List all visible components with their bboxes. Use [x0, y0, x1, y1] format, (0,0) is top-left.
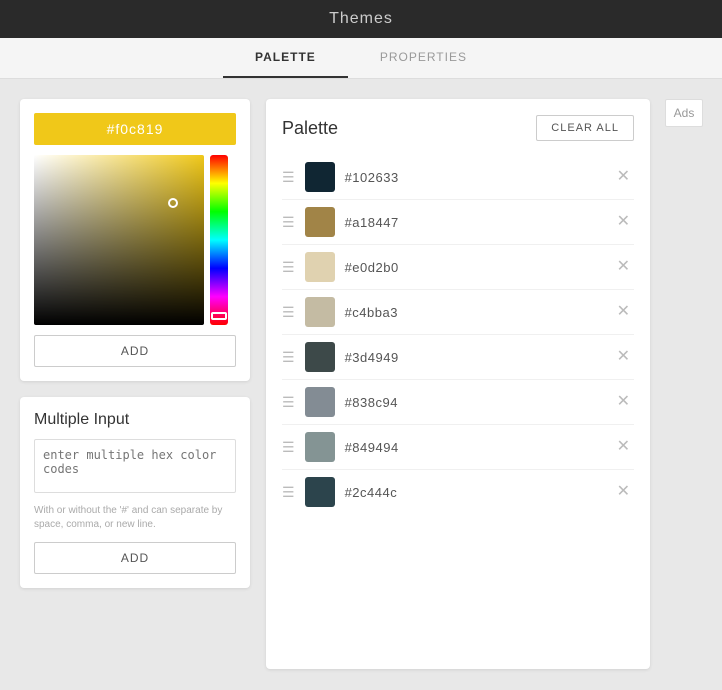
palette-swatch[interactable] [305, 207, 335, 237]
drag-handle-icon[interactable]: ☰ [282, 214, 295, 231]
palette-hex-label: #2c444c [345, 485, 603, 500]
palette-row: ☰ #a18447 ✕ [282, 200, 634, 245]
multiple-input-title: Multiple Input [34, 411, 236, 429]
palette-swatch[interactable] [305, 297, 335, 327]
drag-handle-icon[interactable]: ☰ [282, 259, 295, 276]
palette-list: ☰ #102633 ✕ ☰ #a18447 ✕ ☰ #e0d2b0 ✕ ☰ #c… [282, 155, 634, 514]
color-hex-display: #f0c819 [34, 113, 236, 145]
palette-panel: Palette CLEAR ALL ☰ #102633 ✕ ☰ #a18447 … [266, 99, 650, 669]
multiple-input-hint: With or without the '#' and can separate… [34, 504, 236, 532]
app-title: Themes [329, 10, 393, 27]
color-add-button[interactable]: ADD [34, 335, 236, 367]
palette-hex-label: #849494 [345, 440, 603, 455]
palette-swatch[interactable] [305, 162, 335, 192]
palette-row: ☰ #3d4949 ✕ [282, 335, 634, 380]
palette-row: ☰ #c4bba3 ✕ [282, 290, 634, 335]
palette-hex-label: #838c94 [345, 395, 603, 410]
drag-handle-icon[interactable]: ☰ [282, 169, 295, 186]
palette-row: ☰ #838c94 ✕ [282, 380, 634, 425]
multiple-add-button[interactable]: ADD [34, 542, 236, 574]
picker-area [34, 155, 236, 325]
hex-textarea[interactable] [34, 439, 236, 493]
remove-color-button[interactable]: ✕ [613, 302, 634, 322]
drag-handle-icon[interactable]: ☰ [282, 484, 295, 501]
color-picker-card: #f0c819 ADD [20, 99, 250, 381]
ads-label: Ads [665, 99, 704, 127]
palette-hex-label: #102633 [345, 170, 603, 185]
drag-handle-icon[interactable]: ☰ [282, 349, 295, 366]
tab-properties[interactable]: PROPERTIES [348, 38, 499, 78]
remove-color-button[interactable]: ✕ [613, 257, 634, 277]
palette-row: ☰ #e0d2b0 ✕ [282, 245, 634, 290]
remove-color-button[interactable]: ✕ [613, 482, 634, 502]
remove-color-button[interactable]: ✕ [613, 347, 634, 367]
palette-hex-label: #c4bba3 [345, 305, 603, 320]
drag-handle-icon[interactable]: ☰ [282, 394, 295, 411]
tab-palette[interactable]: PALETTE [223, 38, 348, 78]
palette-swatch[interactable] [305, 252, 335, 282]
palette-swatch[interactable] [305, 477, 335, 507]
remove-color-button[interactable]: ✕ [613, 437, 634, 457]
palette-title: Palette [282, 118, 338, 139]
multiple-input-card: Multiple Input With or without the '#' a… [20, 397, 250, 588]
palette-swatch[interactable] [305, 342, 335, 372]
tab-bar: PALETTE PROPERTIES [0, 38, 722, 79]
left-panel: #f0c819 ADD Multiple Input With or witho… [20, 99, 250, 669]
palette-header: Palette CLEAR ALL [282, 115, 634, 141]
hue-handle [211, 312, 227, 320]
remove-color-button[interactable]: ✕ [613, 392, 634, 412]
palette-swatch[interactable] [305, 432, 335, 462]
app-title-bar: Themes [0, 0, 722, 38]
drag-handle-icon[interactable]: ☰ [282, 304, 295, 321]
palette-row: ☰ #849494 ✕ [282, 425, 634, 470]
remove-color-button[interactable]: ✕ [613, 212, 634, 232]
gradient-handle [168, 198, 178, 208]
palette-row: ☰ #102633 ✕ [282, 155, 634, 200]
palette-swatch[interactable] [305, 387, 335, 417]
drag-handle-icon[interactable]: ☰ [282, 439, 295, 456]
palette-row: ☰ #2c444c ✕ [282, 470, 634, 514]
clear-all-button[interactable]: CLEAR ALL [536, 115, 634, 141]
palette-hex-label: #3d4949 [345, 350, 603, 365]
main-content: #f0c819 ADD Multiple Input With or witho… [0, 79, 722, 689]
ads-sidebar: Ads [666, 99, 702, 669]
color-gradient-canvas[interactable] [34, 155, 204, 325]
hue-slider[interactable] [210, 155, 228, 325]
remove-color-button[interactable]: ✕ [613, 167, 634, 187]
palette-hex-label: #a18447 [345, 215, 603, 230]
palette-hex-label: #e0d2b0 [345, 260, 603, 275]
